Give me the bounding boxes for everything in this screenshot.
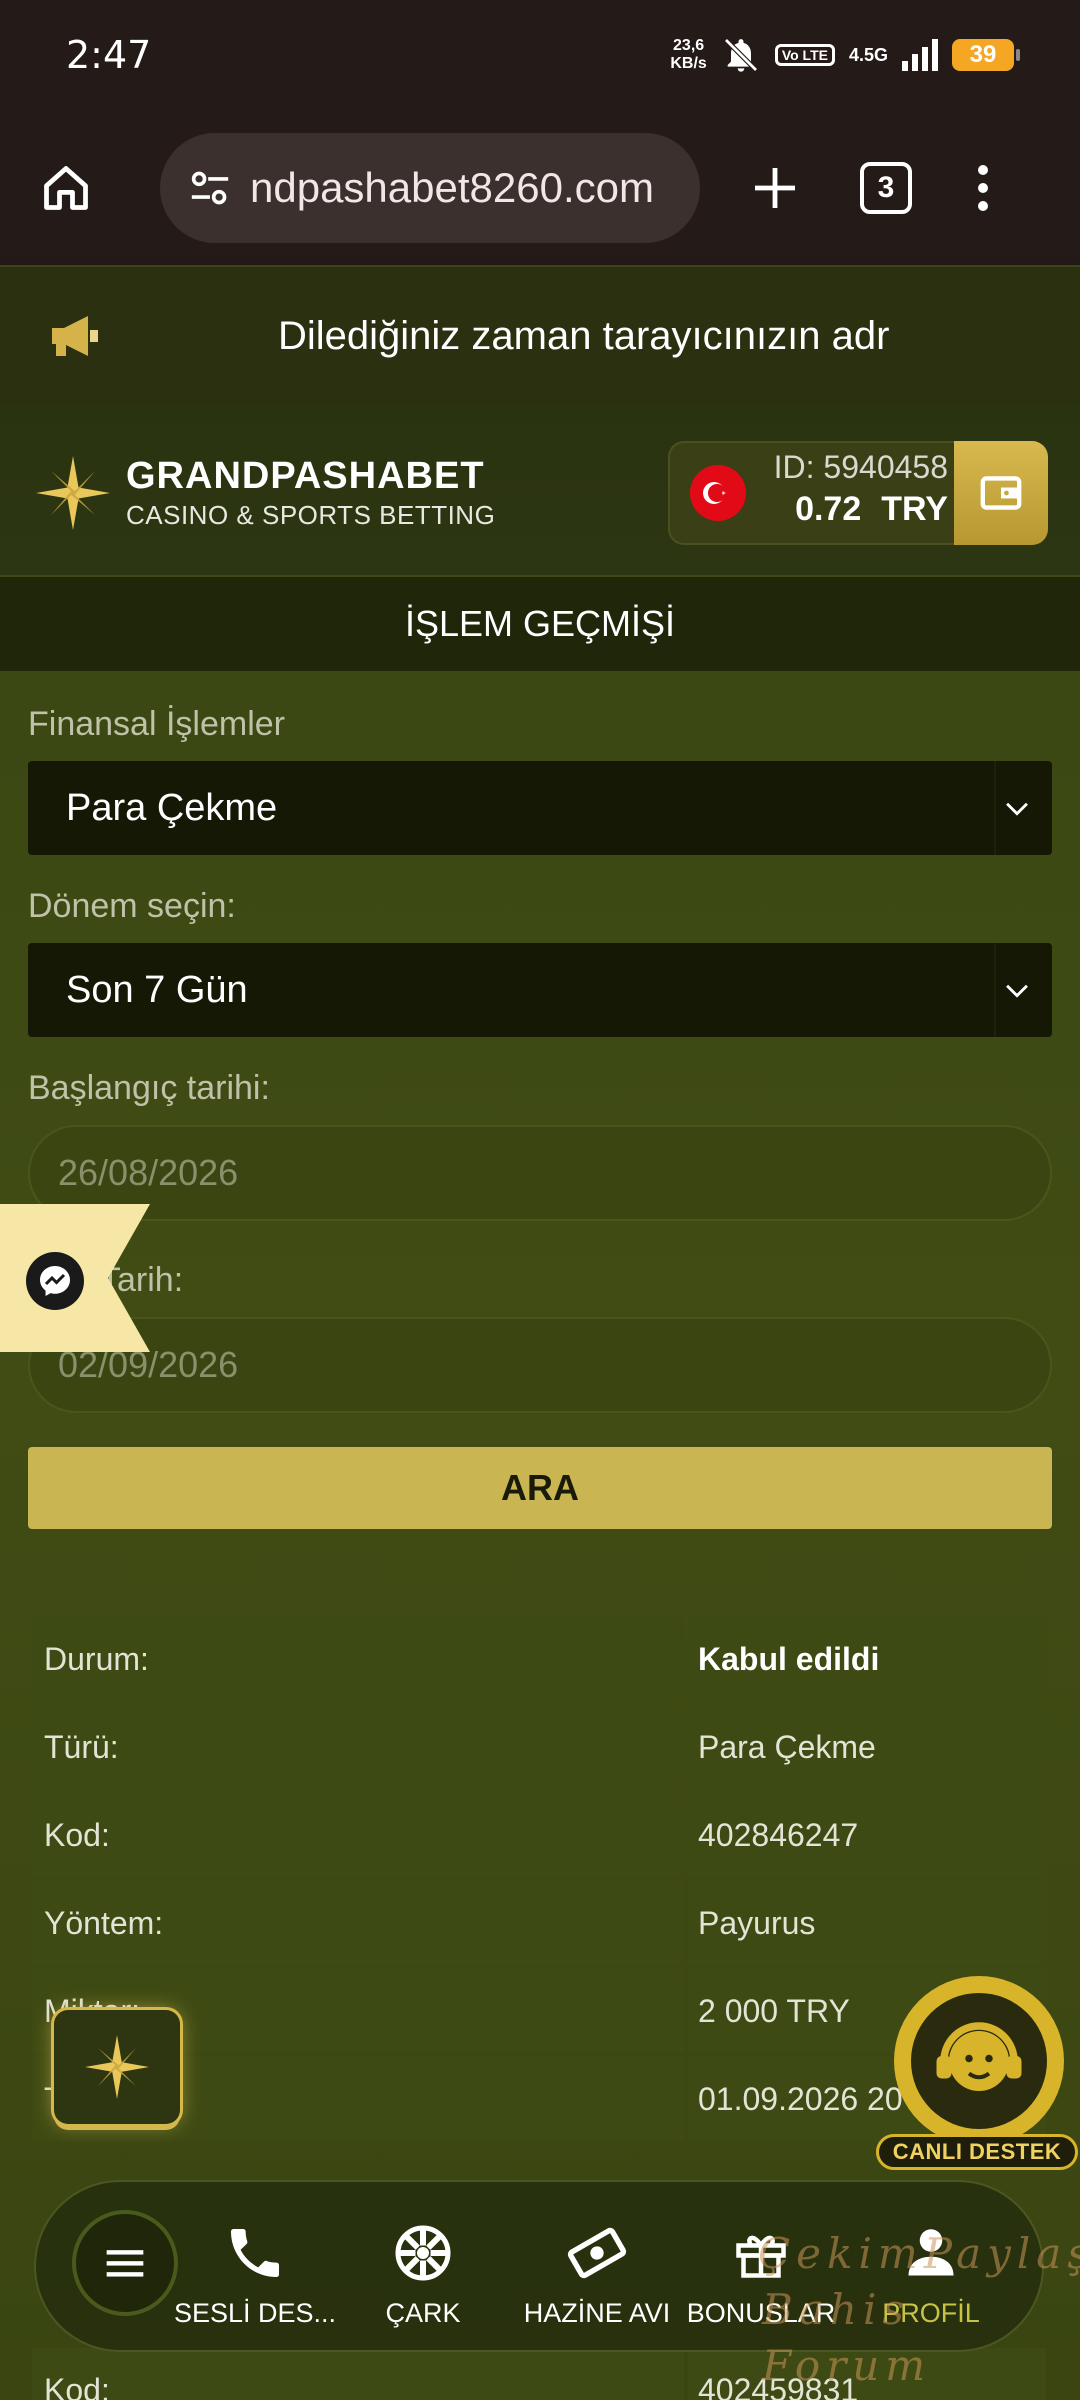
row-value: Payurus <box>688 1881 1046 1965</box>
live-support-label: CANLI DESTEK <box>876 2134 1078 2170</box>
speed-value: 23,6 <box>673 37 705 54</box>
live-support-button[interactable]: CANLI DESTEK <box>874 1976 1080 2186</box>
balance-currency: TRY <box>881 490 948 528</box>
row-value: 402846247 <box>688 1793 1046 1877</box>
watermark: ÇekimPaylaş Bahis Forum <box>758 2226 1080 2394</box>
volte-icon: Vo LTE <box>774 44 835 66</box>
table-row: Yöntem: Payurus <box>30 1879 1050 1967</box>
dot-icon <box>978 200 988 211</box>
select-divider <box>994 761 996 855</box>
search-button[interactable]: ARA <box>28 1447 1052 1529</box>
home-button[interactable] <box>36 158 96 218</box>
nav-treasure-hunt[interactable]: HAZİNE AVI <box>512 2218 682 2329</box>
signal-icon <box>902 39 938 71</box>
browser-menu-button[interactable] <box>978 164 988 211</box>
start-date-label: Başlangıç tarihi: <box>28 1069 270 1107</box>
crescent-star-icon <box>703 482 726 504</box>
page-title: İŞLEM GEÇMİŞİ <box>404 603 676 644</box>
category-selected-value: Para Çekme <box>66 786 278 829</box>
turkey-flag-icon <box>690 465 746 521</box>
plus-icon <box>755 167 795 208</box>
status-time: 2:47 <box>66 33 152 77</box>
hamburger-icon <box>106 2250 144 2277</box>
announcement-text: Dilediğiniz zaman tarayıcınızın adr <box>278 313 890 358</box>
nav-label: SESLİ DES... <box>173 2298 337 2328</box>
dot-icon <box>978 164 988 175</box>
speed-unit: KB/s <box>670 55 707 72</box>
megaphone-icon <box>52 316 98 356</box>
table-row: Kod: 402846247 <box>30 1791 1050 1879</box>
nav-label: HAZİNE AVI <box>523 2298 671 2328</box>
end-date-input[interactable]: 02/09/2026 <box>28 1317 1052 1413</box>
period-select[interactable]: Son 7 Gün <box>28 943 1052 1037</box>
table-row: Türü: Para Çekme <box>30 1703 1050 1791</box>
site-logo[interactable]: GRANDPASHABET CASINO & SPORTS BETTING <box>36 455 495 531</box>
account-balance-widget[interactable]: ID: 5940458 0.72 TRY <box>668 441 1048 545</box>
chevron-down-icon <box>1006 802 1028 816</box>
menu-button[interactable] <box>72 2210 178 2316</box>
star-logo-icon <box>36 456 110 530</box>
browser-toolbar: ndpashabet8260.com 3 <box>0 110 1080 265</box>
balance-amount: 0.72 <box>795 490 862 528</box>
page-title-bar: İŞLEM GEÇMİŞİ <box>0 577 1080 671</box>
bell-off-icon <box>724 38 758 72</box>
wallet-icon <box>980 476 1022 510</box>
announcement-bar: Dilediğiniz zaman tarayıcınızın adr <box>0 265 1080 405</box>
status-icons: 23,6 KB/s Vo LTE 4.5G 39 <box>670 35 1020 75</box>
address-bar[interactable]: ndpashabet8260.com <box>160 132 700 243</box>
status-bar: 2:47 23,6 KB/s Vo LTE 4.5G 39 <box>0 0 1080 110</box>
star-floating-button[interactable] <box>54 2010 180 2124</box>
messenger-icon <box>26 1252 84 1310</box>
nav-voice-support[interactable]: SESLİ DES... <box>170 2218 340 2329</box>
period-selected-value: Son 7 Gün <box>66 968 248 1011</box>
row-key: Durum: <box>32 1617 684 1701</box>
network-speed: 23,6 KB/s <box>670 37 706 73</box>
watermark-line: Bahis Forum <box>762 2285 932 2390</box>
phone-icon <box>231 2229 279 2277</box>
site-header: GRANDPASHABET CASINO & SPORTS BETTING ID… <box>0 405 1080 577</box>
wallet-button[interactable] <box>954 441 1048 545</box>
start-date-input[interactable]: 26/08/2026 <box>28 1125 1052 1221</box>
row-key: Kod: <box>32 1793 684 1877</box>
wheel-icon <box>395 2225 451 2281</box>
select-divider <box>994 943 996 1037</box>
dot-icon <box>978 182 988 193</box>
account-id: ID: 5940458 <box>773 449 948 485</box>
period-label: Dönem seçin: <box>28 887 236 925</box>
tune-icon <box>191 171 229 204</box>
row-key: Türü: <box>32 1705 684 1789</box>
logo-subtitle: CASINO & SPORTS BETTING <box>126 500 496 530</box>
row-value: Para Çekme <box>688 1705 1046 1789</box>
star-logo-icon <box>85 2035 149 2099</box>
new-tab-button[interactable] <box>740 153 810 223</box>
site-settings-button[interactable] <box>180 168 240 208</box>
money-icon <box>567 2227 627 2279</box>
chevron-down-icon <box>1006 984 1028 998</box>
table-row: Durum: Kabul edildi <box>30 1615 1050 1703</box>
logo-title: GRANDPASHABET <box>126 455 485 497</box>
chat-bubble-icon <box>40 1266 70 1296</box>
row-value: Kabul edildi <box>688 1617 1046 1701</box>
battery-icon: 39 <box>952 39 1020 71</box>
url-text: ndpashabet8260.com <box>250 163 654 211</box>
network-type: 4.5G <box>848 44 888 65</box>
headset-agent-icon <box>936 2022 1022 2091</box>
category-label: Finansal İşlemler <box>28 705 285 743</box>
row-key: Kod: <box>32 2348 684 2400</box>
category-select[interactable]: Para Çekme <box>28 761 1052 855</box>
nav-wheel[interactable]: ÇARK <box>338 2218 508 2329</box>
nav-label: ÇARK <box>385 2298 461 2328</box>
account-balance: 0.72 TRY <box>768 490 948 529</box>
watermark-line: ÇekimPaylaş <box>758 2229 1080 2278</box>
row-key: Yöntem: <box>32 1881 684 1965</box>
tab-switcher-button[interactable]: 3 <box>860 161 912 214</box>
home-icon <box>44 165 88 210</box>
